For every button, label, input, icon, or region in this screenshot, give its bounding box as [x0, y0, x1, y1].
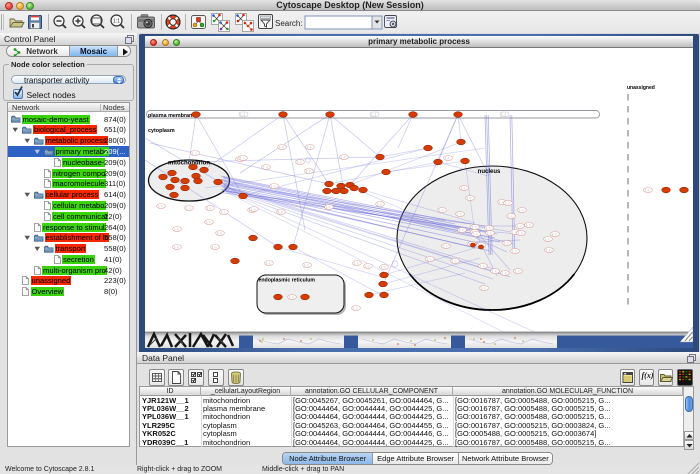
- svg-text:[...]: [...]: [452, 259, 456, 263]
- svg-text:[...]: [...]: [240, 156, 244, 160]
- svg-text:[...]: [...]: [297, 160, 301, 164]
- svg-text:[...]: [...]: [502, 113, 507, 117]
- svg-text:cytoplasm: cytoplasm: [148, 128, 175, 134]
- svg-text:[...]: [...]: [472, 225, 476, 229]
- svg-text:1:1: 1:1: [113, 19, 120, 25]
- svg-text:[...]: [...]: [206, 220, 210, 224]
- svg-text:[...]: [...]: [306, 169, 310, 173]
- svg-text:[...]: [...]: [377, 202, 381, 206]
- svg-text:plasma membrane: plasma membrane: [148, 113, 195, 119]
- svg-text:[...]: [...]: [457, 212, 461, 216]
- svg-text:[...]: [...]: [518, 231, 522, 235]
- svg-text:[...]: [...]: [459, 228, 463, 232]
- svg-text:[...]: [...]: [487, 231, 491, 235]
- svg-text:[...]: [...]: [526, 223, 530, 227]
- svg-text:[...]: [...]: [174, 227, 178, 231]
- svg-text:[...]: [...]: [552, 232, 556, 236]
- svg-text:[...]: [...]: [461, 186, 465, 190]
- svg-text:[...]: [...]: [353, 306, 357, 310]
- svg-text:[...]: [...]: [512, 230, 516, 234]
- svg-text:[...]: [...]: [427, 257, 431, 261]
- svg-text:[...]: [...]: [217, 231, 221, 235]
- svg-text:[...]: [...]: [517, 224, 521, 228]
- svg-text:[...]: [...]: [445, 156, 449, 160]
- svg-text:nucleus: nucleus: [478, 169, 501, 175]
- svg-text:[...]: [...]: [241, 113, 246, 117]
- svg-text:[...]: [...]: [499, 200, 503, 204]
- svg-text:[...]: [...]: [439, 208, 443, 212]
- svg-text:[...]: [...]: [381, 265, 385, 269]
- svg-text:[...]: [...]: [512, 249, 516, 253]
- svg-text:[...]: [...]: [473, 232, 477, 236]
- svg-text:[...]: [...]: [341, 155, 345, 159]
- svg-text:[...]: [...]: [443, 244, 447, 248]
- svg-text:[...]: [...]: [545, 237, 549, 241]
- svg-text:[...]: [...]: [271, 184, 275, 188]
- svg-text:[...]: [...]: [354, 261, 358, 265]
- svg-text:endoplasmic reticulum: endoplasmic reticulum: [259, 278, 316, 284]
- svg-text:[...]: [...]: [174, 245, 178, 249]
- svg-text:[...]: [...]: [266, 261, 270, 265]
- svg-text:[...]: [...]: [207, 206, 211, 210]
- svg-text:[...]: [...]: [212, 245, 216, 249]
- svg-text:[...]: [...]: [480, 264, 484, 268]
- svg-text:[...]: [...]: [519, 208, 523, 212]
- svg-text:[...]: [...]: [278, 210, 282, 214]
- svg-text:[...]: [...]: [186, 206, 190, 210]
- svg-text:[...]: [...]: [304, 263, 308, 267]
- svg-text:[...]: [...]: [372, 113, 377, 117]
- svg-text:[...]: [...]: [546, 248, 550, 252]
- svg-text:unassigned: unassigned: [627, 85, 655, 91]
- svg-text:[...]: [...]: [158, 204, 162, 208]
- svg-text:[...]: [...]: [467, 196, 471, 200]
- svg-text:[...]: [...]: [289, 295, 293, 299]
- svg-text:[...]: [...]: [505, 201, 509, 205]
- svg-text:[...]: [...]: [504, 241, 508, 245]
- svg-text:[...]: [...]: [251, 207, 255, 211]
- svg-text:[...]: [...]: [221, 210, 225, 214]
- svg-text:[...]: [...]: [515, 269, 519, 273]
- svg-text:[...]: [...]: [492, 269, 496, 273]
- svg-text:[...]: [...]: [365, 264, 369, 268]
- svg-text:[...]: [...]: [192, 151, 196, 155]
- svg-text:[...]: [...]: [645, 188, 649, 192]
- svg-text:[...]: [...]: [486, 226, 490, 230]
- svg-text:[...]: [...]: [502, 271, 506, 275]
- svg-text:[...]: [...]: [279, 145, 283, 149]
- svg-text:[...]: [...]: [263, 165, 267, 169]
- svg-text:[...]: [...]: [508, 214, 512, 218]
- svg-text:Search:: Search:: [275, 19, 303, 28]
- svg-text:[...]: [...]: [481, 286, 485, 290]
- svg-text:[...]: [...]: [307, 145, 311, 149]
- svg-text:[...]: [...]: [326, 205, 330, 209]
